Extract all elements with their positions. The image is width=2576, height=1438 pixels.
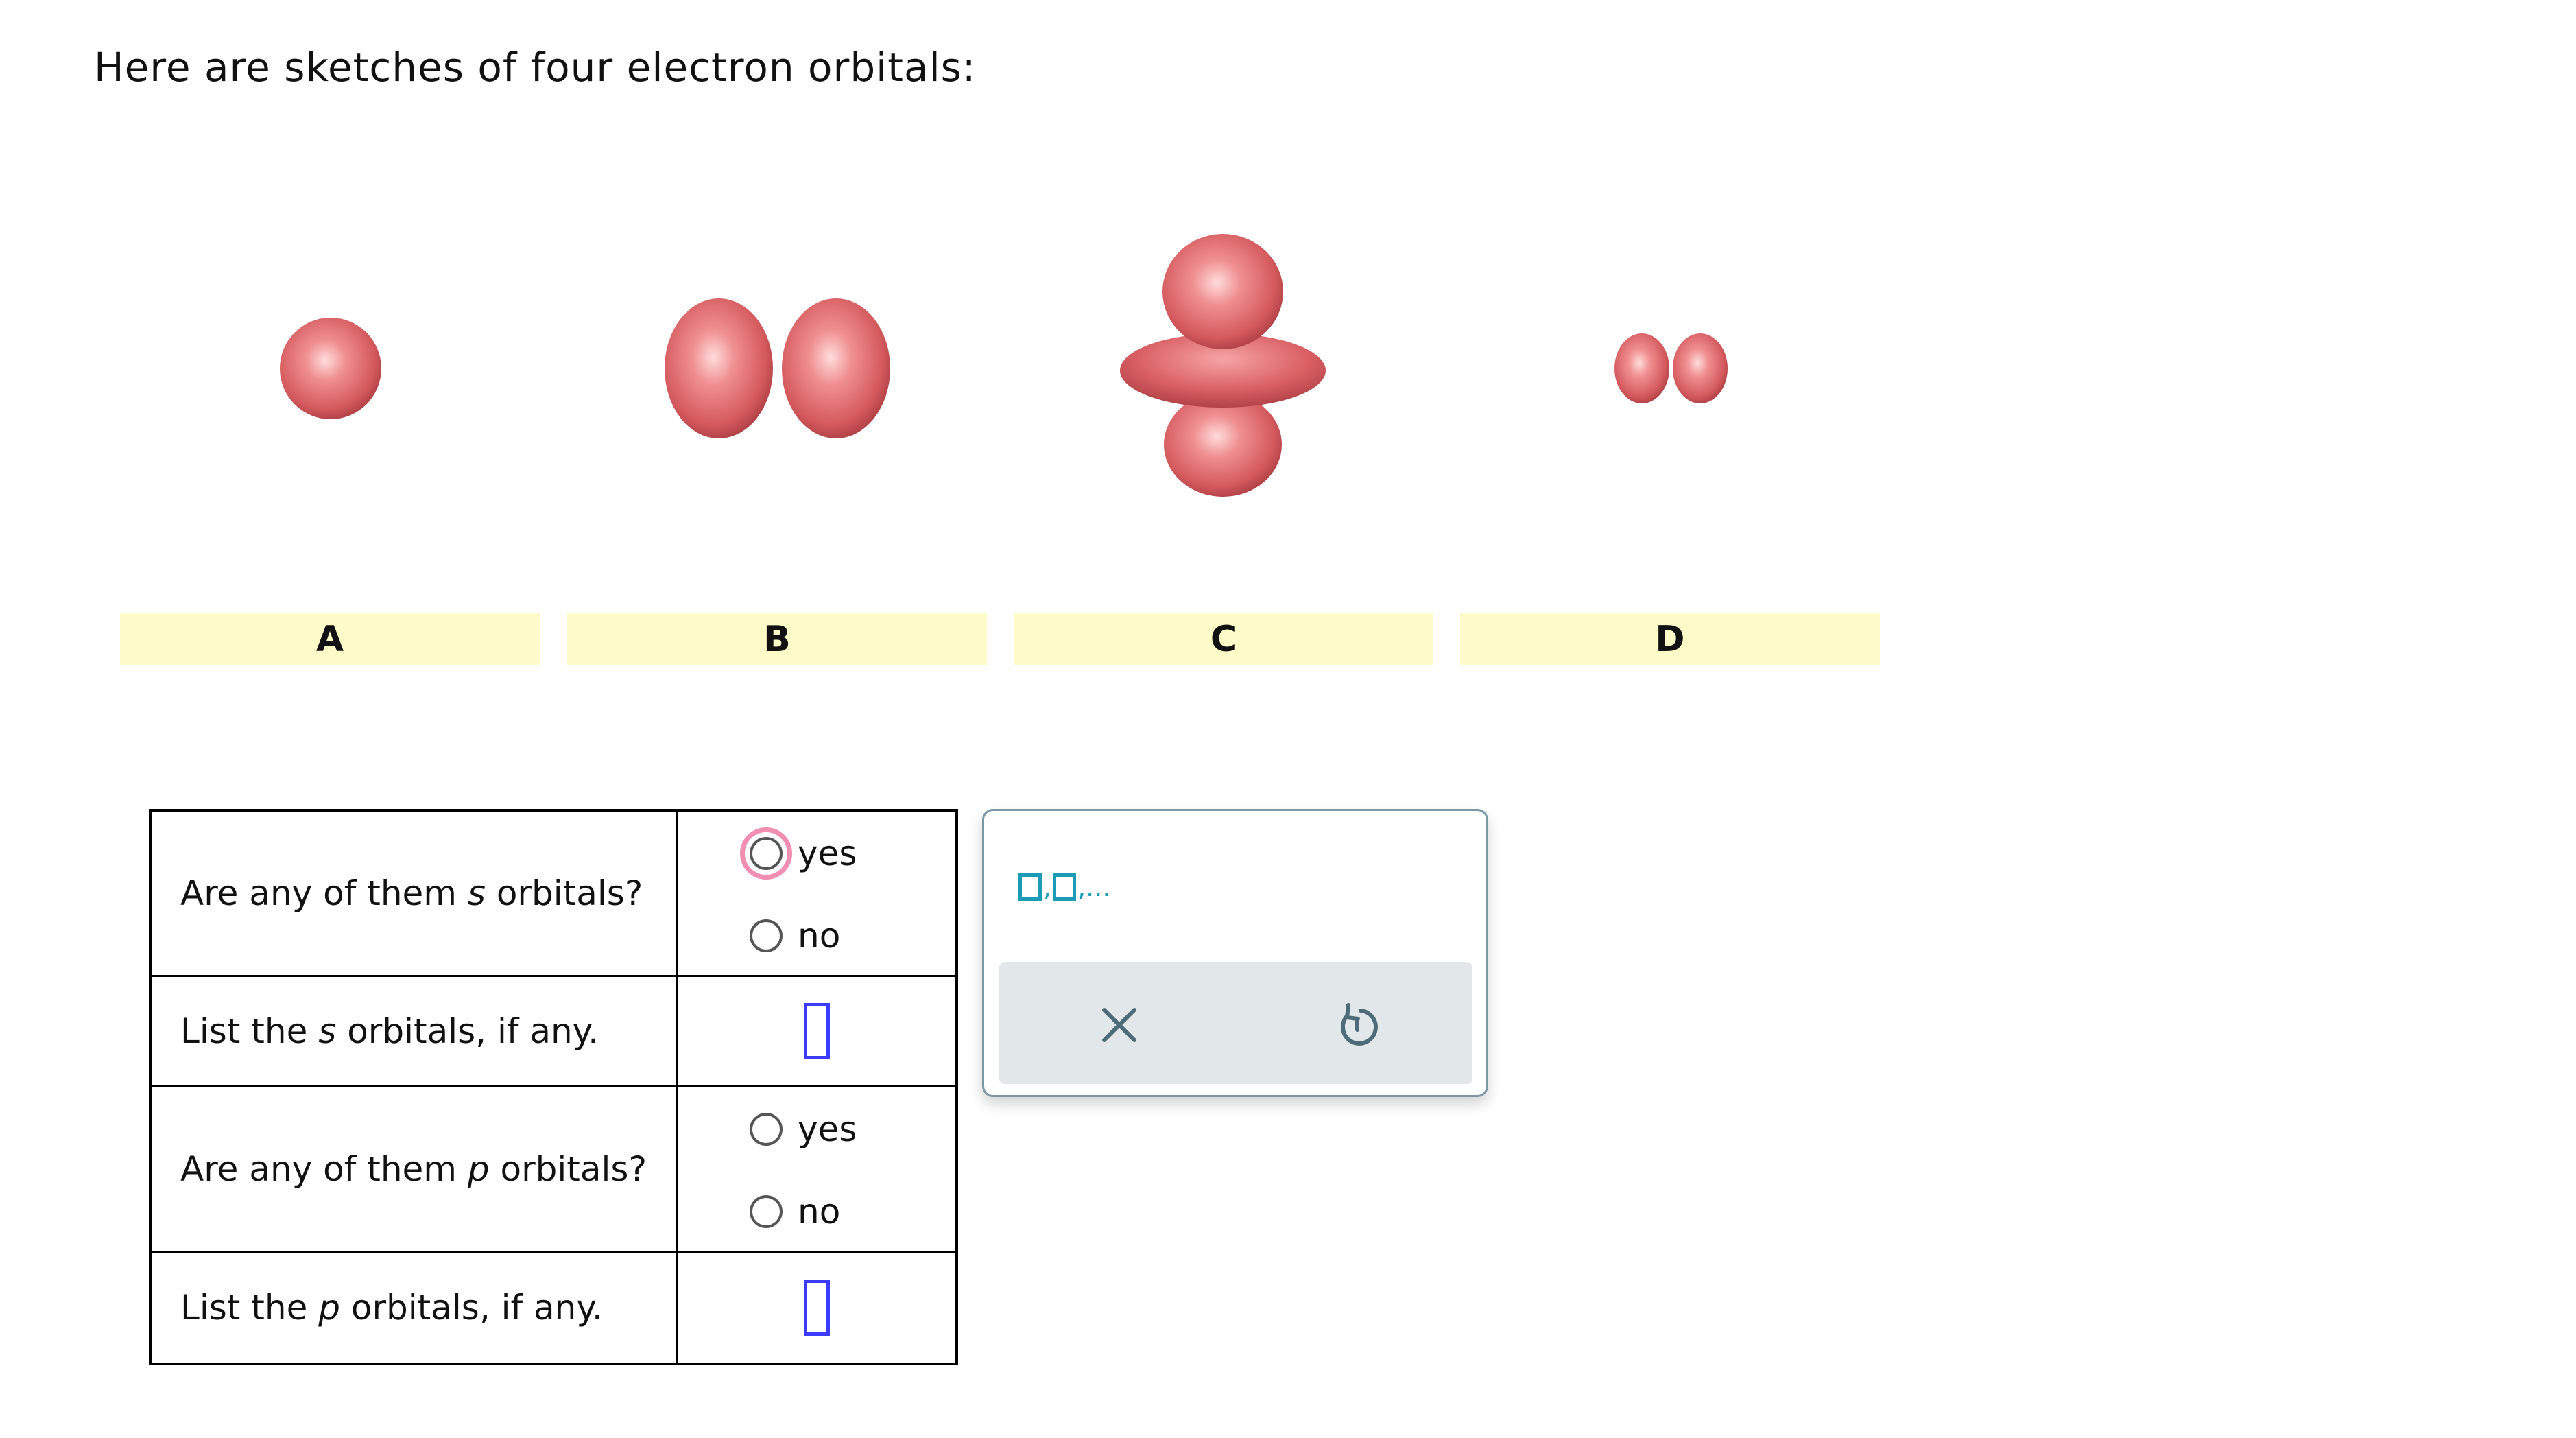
question-p-list: List the p orbitals, if any. bbox=[149, 1250, 678, 1365]
p-orbitals-input[interactable] bbox=[803, 1279, 830, 1336]
s-orbitals-input[interactable] bbox=[803, 1002, 830, 1059]
radio-p-no[interactable]: no bbox=[750, 1192, 840, 1231]
question-s-exists: Are any of them s orbitals? bbox=[149, 809, 678, 977]
list-template-button[interactable]: , ,... bbox=[1018, 863, 1135, 911]
radio-s-yes[interactable]: yes bbox=[740, 827, 857, 880]
table-row: Are any of them p orbitals? yes no bbox=[149, 1085, 958, 1253]
s-orbital-icon bbox=[280, 318, 381, 419]
p-orbital-icon bbox=[665, 298, 890, 438]
radio-p-yes[interactable]: yes bbox=[750, 1109, 857, 1149]
answer-cell bbox=[676, 1250, 958, 1365]
radio-s-no[interactable]: no bbox=[750, 916, 840, 956]
table-row: List the p orbitals, if any. bbox=[149, 1250, 958, 1365]
orbital-label-c: C bbox=[1014, 613, 1433, 665]
answer-cell: yes no bbox=[676, 809, 958, 977]
radio-button[interactable] bbox=[750, 1194, 783, 1228]
answer-cell: yes no bbox=[676, 1085, 958, 1253]
orbital-label-d: D bbox=[1460, 613, 1880, 665]
orbital-label-a: A bbox=[120, 613, 540, 665]
clear-button[interactable] bbox=[1092, 998, 1147, 1052]
table-row: List the s orbitals, if any. bbox=[149, 974, 958, 1087]
x-icon bbox=[1102, 1008, 1136, 1042]
table-row: Are any of them s orbitals? yes no bbox=[149, 809, 958, 977]
question-p-exists: Are any of them p orbitals? bbox=[149, 1085, 678, 1253]
answer-cell bbox=[676, 974, 958, 1087]
template-box-icon bbox=[1018, 873, 1042, 901]
dz2-orbital-icon bbox=[1120, 234, 1326, 497]
radio-button[interactable] bbox=[750, 1112, 783, 1146]
undo-icon bbox=[1341, 1003, 1378, 1046]
question-s-list: List the s orbitals, if any. bbox=[149, 974, 678, 1087]
radio-button[interactable] bbox=[750, 919, 783, 952]
small-p-orbital-icon bbox=[1614, 333, 1728, 403]
template-box-icon bbox=[1053, 873, 1077, 901]
radio-button[interactable] bbox=[750, 837, 783, 870]
question-table: Are any of them s orbitals? yes no List … bbox=[149, 809, 958, 1365]
palette-toolbar bbox=[999, 962, 1472, 1084]
answer-palette: , ,... bbox=[982, 809, 1488, 1097]
undo-button[interactable] bbox=[1330, 998, 1385, 1052]
orbital-label-b: B bbox=[567, 613, 987, 665]
